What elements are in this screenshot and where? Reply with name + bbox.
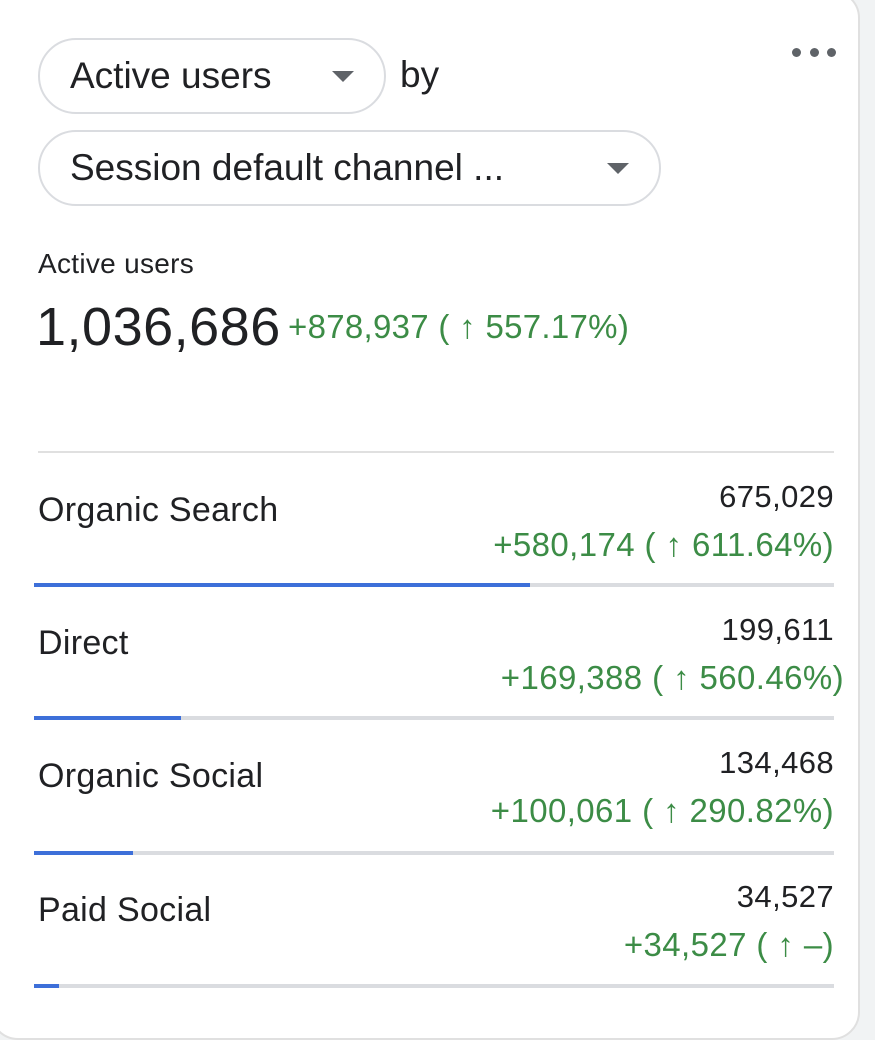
row-name: Direct bbox=[38, 624, 129, 662]
dimension-selector[interactable]: Session default channel ... bbox=[38, 130, 661, 206]
row-delta: +34,527 ( ↑ –) bbox=[623, 926, 834, 963]
more-options-icon[interactable] bbox=[792, 44, 836, 60]
chevron-down-icon bbox=[607, 162, 629, 174]
table-row[interactable]: Organic Search 675,029 +580,174 ( ↑ 611.… bbox=[34, 453, 834, 587]
row-delta: +580,174 ( ↑ 611.64%) bbox=[493, 526, 834, 563]
row-progress-track bbox=[34, 984, 834, 988]
row-name: Paid Social bbox=[38, 891, 212, 929]
row-name: Organic Social bbox=[38, 757, 264, 795]
total-value: 1,036,686 bbox=[36, 297, 281, 357]
row-value: 675,029 bbox=[719, 479, 834, 514]
more-dot bbox=[827, 47, 836, 57]
chevron-down-icon bbox=[332, 70, 354, 82]
metric-label: Active users bbox=[38, 248, 195, 279]
table-row[interactable]: Paid Social 34,527 +34,527 ( ↑ –) bbox=[34, 853, 834, 988]
dimension-selector-label: Session default channel ... bbox=[70, 147, 505, 188]
metric-selector[interactable]: Active users bbox=[38, 38, 386, 114]
row-delta: +169,388 ( ↑ 560.46%) bbox=[500, 659, 844, 696]
metric-selector-label: Active users bbox=[70, 55, 272, 96]
row-name: Organic Search bbox=[38, 491, 279, 529]
table-row[interactable]: Direct 199,611 +169,388 ( ↑ 560.46%) bbox=[34, 586, 844, 720]
row-progress-fill bbox=[34, 984, 59, 988]
row-delta: +100,061 ( ↑ 290.82%) bbox=[490, 792, 834, 829]
row-value: 134,468 bbox=[719, 745, 834, 780]
row-value: 34,527 bbox=[736, 879, 834, 914]
more-dot bbox=[809, 47, 819, 57]
row-value: 199,611 bbox=[721, 612, 834, 647]
by-label: by bbox=[400, 54, 440, 95]
more-dot bbox=[792, 47, 801, 57]
total-delta: +878,937 ( ↑ 557.17%) bbox=[288, 308, 630, 345]
table-row[interactable]: Organic Social 134,468 +100,061 ( ↑ 290.… bbox=[34, 719, 834, 855]
